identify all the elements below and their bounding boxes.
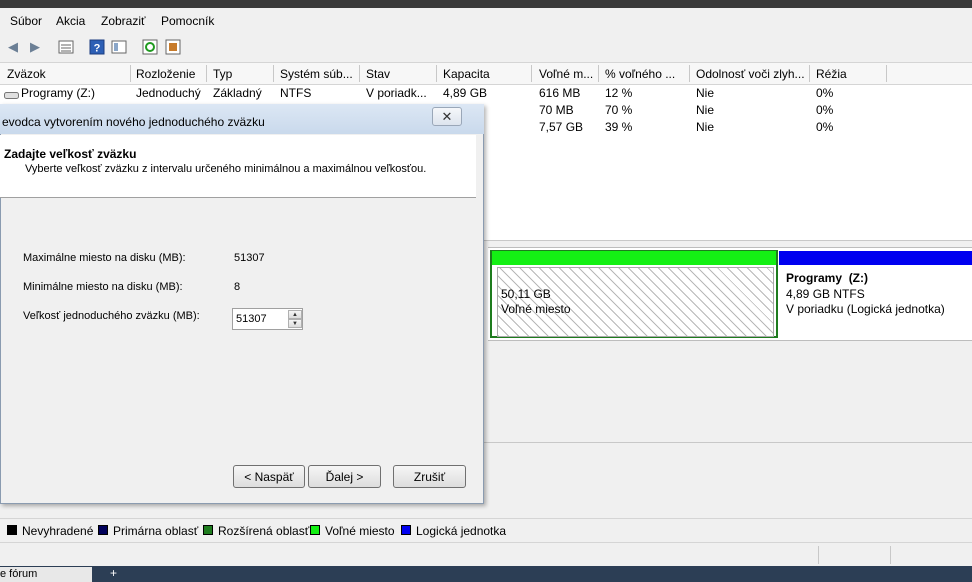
col-capacity[interactable]: Kapacita xyxy=(443,67,490,81)
menu-bar: Súbor Akcia Zobraziť Pomocník xyxy=(0,8,972,34)
close-icon: ✕ xyxy=(441,108,453,124)
refresh-icon[interactable] xyxy=(141,38,159,56)
drive-icon xyxy=(4,89,19,103)
volume-list-header: Zväzok Rozloženie Typ Systém súb... Stav… xyxy=(0,63,972,85)
col-volume[interactable]: Zväzok xyxy=(7,67,46,81)
volume-filesystem: NTFS xyxy=(280,86,312,100)
volume-fault-tolerance: Nie xyxy=(696,103,715,117)
settings-icon[interactable] xyxy=(164,38,182,56)
taskbar: e fórum + xyxy=(0,566,972,582)
next-button[interactable]: Ďalej > xyxy=(308,465,381,488)
col-status[interactable]: Stav xyxy=(366,67,390,81)
menu-view[interactable]: Zobraziť xyxy=(101,14,146,28)
volume-overhead: 0% xyxy=(816,86,834,100)
legend-swatch-primary xyxy=(98,525,108,535)
col-free[interactable]: Voľné m... xyxy=(539,67,593,81)
help-icon[interactable]: ? xyxy=(88,38,106,56)
close-button[interactable]: ✕ xyxy=(432,107,462,126)
volume-fault-tolerance: Nie xyxy=(696,120,715,134)
toolbar: ◀ ▶ ? xyxy=(0,34,972,63)
col-layout[interactable]: Rozloženie xyxy=(136,67,195,81)
svg-text:?: ? xyxy=(94,43,101,55)
min-size-label: Minimálne miesto na disku (MB): xyxy=(23,281,183,293)
legend: Nevyhradené Primárna oblasť Rozšírená ob… xyxy=(0,518,972,543)
volume-size-input[interactable]: 51307 xyxy=(236,313,267,325)
volume-free: 70 MB xyxy=(539,103,574,117)
col-fault-tolerance[interactable]: Odolnosť voči zlyh... xyxy=(696,67,805,81)
volume-overhead: 0% xyxy=(816,103,834,117)
free-space-size: 50,11 GB xyxy=(501,287,551,301)
properties-icon[interactable] xyxy=(110,38,128,56)
volume-free: 7,57 GB xyxy=(539,120,584,134)
logical-drive-status: V poriadku (Logická jednotka) xyxy=(786,302,945,316)
free-space-label: Voľné miesto xyxy=(501,302,571,316)
legend-swatch-extended xyxy=(203,525,213,535)
volume-status: V poriadk... xyxy=(366,86,427,100)
status-bar xyxy=(0,542,972,567)
cancel-button[interactable]: Zrušiť xyxy=(393,465,466,488)
menu-file[interactable]: Súbor xyxy=(10,14,42,28)
min-size-value: 8 xyxy=(234,281,241,293)
back-arrow-icon[interactable]: ◀ xyxy=(4,38,22,56)
volume-percent-free: 12 % xyxy=(605,86,633,100)
legend-swatch-logical xyxy=(401,525,411,535)
spin-up-icon[interactable]: ▲ xyxy=(288,310,302,319)
wizard-title-bar: evodca vytvorením nového jednoduchého zv… xyxy=(0,104,484,134)
legend-logical: Logická jednotka xyxy=(416,524,507,538)
legend-swatch-free xyxy=(310,525,320,535)
wizard-title: evodca vytvorením nového jednoduchého zv… xyxy=(2,115,265,129)
col-filesystem[interactable]: Systém súb... xyxy=(280,67,353,81)
free-space-bar xyxy=(492,251,776,265)
logical-drive-name: Programy (Z:) xyxy=(786,271,869,285)
window-top-edge xyxy=(0,0,972,8)
volume-fault-tolerance: Nie xyxy=(696,86,715,100)
menu-help[interactable]: Pomocník xyxy=(161,14,214,28)
plus-icon[interactable]: + xyxy=(110,566,117,580)
volume-capacity: 4,89 GB xyxy=(443,86,488,100)
wizard-heading: Zadajte veľkosť zväzku xyxy=(4,147,137,161)
legend-primary: Primárna oblasť xyxy=(113,524,199,538)
volume-type: Základný xyxy=(213,86,262,100)
volume-size-label: Veľkosť jednoduchého zväzku (MB): xyxy=(23,310,200,322)
wizard-subheading: Vyberte veľkosť zväzku z intervalu určen… xyxy=(25,163,427,175)
col-type[interactable]: Typ xyxy=(213,67,232,81)
max-size-label: Maximálne miesto na disku (MB): xyxy=(23,252,186,264)
forward-arrow-icon[interactable]: ▶ xyxy=(26,38,44,56)
volume-free: 616 MB xyxy=(539,86,581,100)
logical-drive-bar xyxy=(779,251,972,265)
list-view-icon[interactable] xyxy=(57,38,75,56)
wizard-header: Zadajte veľkosť zväzku Vyberte veľkosť z… xyxy=(0,135,476,198)
volume-name: Programy (Z:) xyxy=(21,86,96,100)
spin-down-icon[interactable]: ▼ xyxy=(288,319,302,328)
menu-action[interactable]: Akcia xyxy=(56,14,85,28)
legend-unallocated: Nevyhradené xyxy=(22,524,94,538)
volume-percent-free: 39 % xyxy=(605,120,633,134)
col-overhead[interactable]: Réžia xyxy=(816,67,847,81)
max-size-value: 51307 xyxy=(234,252,265,264)
volume-layout: Jednoduchý xyxy=(136,86,201,100)
legend-free: Voľné miesto xyxy=(325,524,395,538)
back-button[interactable]: < Naspäť xyxy=(233,465,305,488)
volume-overhead: 0% xyxy=(816,120,834,134)
col-percent-free[interactable]: % voľného ... xyxy=(605,67,675,81)
volume-size-stepper[interactable]: 51307 ▲ ▼ xyxy=(232,308,303,330)
logical-drive-size: 4,89 GB NTFS xyxy=(786,287,865,301)
legend-extended: Rozšírená oblasť xyxy=(218,524,310,538)
volume-percent-free: 70 % xyxy=(605,103,633,117)
taskbar-item[interactable]: e fórum xyxy=(0,567,92,582)
legend-swatch-unallocated xyxy=(7,525,17,535)
